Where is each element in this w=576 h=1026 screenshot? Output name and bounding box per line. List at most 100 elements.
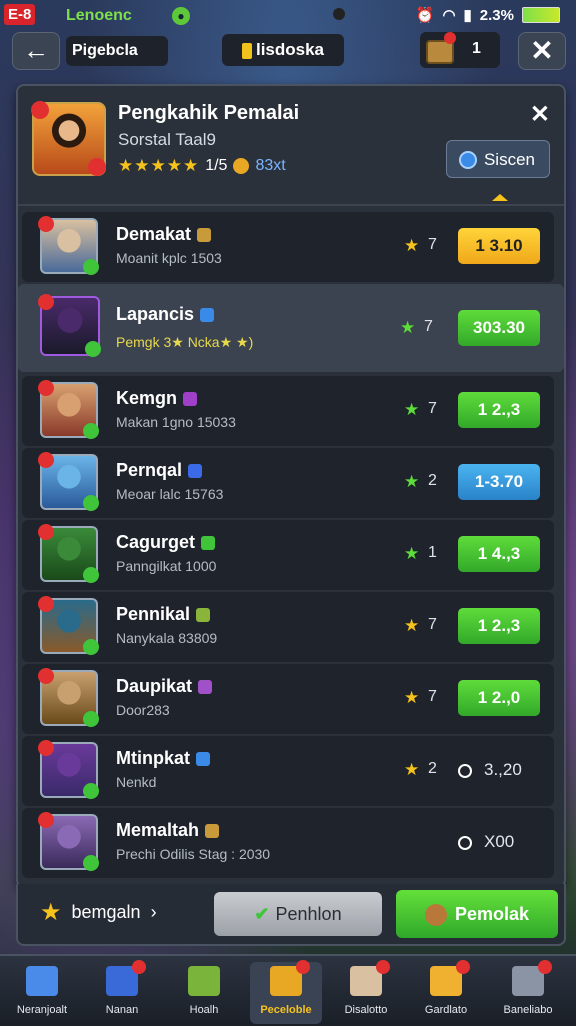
check-badge-icon (83, 783, 99, 799)
price-label: 1 2.,0 (477, 688, 521, 707)
status-bar: E-8 Lenoenc ● ⏰ ◠ ▮ 2.3% (0, 0, 576, 32)
nav-item[interactable]: Baneliabo (492, 960, 564, 1024)
nav-item[interactable]: Hoalh (168, 962, 240, 1024)
panel-close-button[interactable]: ✕ (530, 100, 550, 129)
list-item[interactable]: Pernqal Meoar lalc 15763 ★ 2 1-3.70 (22, 448, 554, 518)
star-icon: ★ (404, 472, 420, 491)
search-icon (459, 151, 477, 169)
secondary-button[interactable]: ✔ Penhlon (214, 892, 382, 936)
list-item[interactable]: Kemgn Makan 1gno 15033 ★ 7 1 2.,3 (22, 376, 554, 446)
item-count: 7 (424, 318, 433, 335)
badge-icon (88, 158, 106, 176)
price-label: X00 (484, 832, 515, 851)
chest-icon (350, 960, 390, 996)
item-subtitle: Moanit kplc 1503 (116, 250, 222, 266)
primary-button[interactable]: Pemolak (396, 890, 558, 938)
nav-item[interactable]: Neranjoalt (6, 962, 78, 1024)
circle-icon (458, 763, 472, 778)
price-button[interactable]: 303.30 (458, 310, 540, 346)
item-tag-icon (188, 464, 203, 479)
search-button[interactable]: Siscen (446, 140, 550, 178)
filter-link[interactable]: ★ bemgaln › (40, 898, 157, 927)
price-button[interactable]: 1 2.,3 (458, 392, 540, 428)
price-label: 1 3.10 (475, 236, 523, 255)
list-item[interactable]: Memaltah Prechi Odilis Stag : 2030 X00 (22, 808, 554, 878)
filter-label: bemgaln (71, 902, 141, 922)
star-icon: ★ (404, 616, 420, 635)
refresh-icon (512, 960, 552, 996)
price-label: 3.,20 (484, 760, 522, 779)
nav-item[interactable]: Gardlato (410, 960, 482, 1024)
item-count: 2 (428, 472, 437, 489)
avatar (38, 596, 99, 655)
item-name: Cagurget (116, 532, 216, 553)
avatar (38, 740, 99, 799)
price-button[interactable]: 1 4.,3 (458, 536, 540, 572)
item-subtitle: Nanykala 83809 (116, 630, 218, 646)
avatar (38, 216, 99, 275)
secondary-button-label: Penhlon (275, 904, 342, 924)
star-icon: ★ (404, 760, 420, 779)
avatar (38, 452, 99, 511)
nav-label: Baneliabo (503, 1004, 553, 1016)
chest-button[interactable]: 1 (420, 32, 500, 68)
list-item[interactable]: Demakat Moanit kplc 1503 ★ 7 1 3.10 (22, 212, 554, 282)
nav-item[interactable]: Disalotto (330, 960, 402, 1024)
notification-dot (538, 960, 552, 974)
battery-percent: 2.3% (479, 6, 514, 24)
item-tag-icon (205, 824, 220, 839)
signal-icon: ▮ (463, 7, 472, 24)
price-button[interactable]: 1 3.10 (458, 228, 540, 264)
carrier-icon: ● (172, 7, 190, 25)
star-icon: ★ (404, 544, 420, 563)
item-subtitle: Meoar lalc 15763 (116, 486, 224, 502)
page-title: Pigebcla (66, 36, 168, 66)
avatar (38, 380, 99, 439)
list-item[interactable]: Cagurget Panngilkat 1000 ★ 1 1 4.,3 (22, 520, 554, 590)
center-label-box[interactable]: lisdoska (222, 34, 344, 66)
nav-label: Peceloble (260, 1004, 312, 1016)
nav-label: Gardlato (424, 1004, 468, 1016)
check-icon: ✔ (254, 904, 270, 924)
nav-label: Neranjoalt (16, 1004, 68, 1016)
primary-button-label: Pemolak (454, 904, 530, 924)
list-item[interactable]: Lapancis Pemgk 3★ Ncka★ ★) ★ 7 303.30 (18, 284, 564, 372)
nav-label: Disalotto (344, 1004, 388, 1016)
list-item[interactable]: Daupikat Door283 ★ 7 1 2.,0 (22, 664, 554, 734)
badge-icon (38, 294, 54, 310)
price-label: 1 4.,3 (477, 544, 521, 563)
nav-item[interactable]: Nanan (86, 960, 158, 1024)
list-item[interactable]: Pennikal Nanykala 83809 ★ 7 1 2.,3 (22, 592, 554, 662)
item-name: Pennikal (116, 604, 211, 625)
chest-count: 1 (472, 40, 481, 57)
nav-label: Hoalh (189, 1004, 219, 1016)
item-subtitle: Panngilkat 1000 (116, 558, 217, 574)
rating-stars: ★★★★★ (118, 156, 200, 175)
item-tag-icon (197, 228, 212, 243)
star-icon: ★ (40, 899, 62, 926)
rating-text: 1/5 (205, 157, 228, 174)
rating: ★★★★★ 1/5 83xt (118, 156, 286, 176)
item-count: 7 (428, 688, 437, 705)
item-count: 7 (428, 400, 437, 417)
nav-item[interactable]: Peceloble (250, 960, 322, 1024)
price-button[interactable]: 1 2.,0 (458, 680, 540, 716)
panel-title: Pengkahik Pemalai (118, 102, 300, 124)
chevron-right-icon: › (150, 902, 157, 922)
item-name: Pernqal (116, 460, 203, 481)
check-badge-icon (83, 567, 99, 583)
close-button[interactable]: ✕ (518, 32, 566, 70)
circle-icon (458, 835, 472, 850)
list-item[interactable]: Mtinpkat Nenkd ★ 2 3.,20 (22, 736, 554, 806)
check-badge-icon (85, 341, 101, 357)
close-icon: ✕ (530, 35, 554, 66)
price-button[interactable]: 1 2.,3 (458, 608, 540, 644)
back-button[interactable]: ← (12, 32, 60, 70)
avatar (38, 524, 99, 583)
price-button[interactable]: 1-3.70 (458, 464, 540, 500)
item-price: 3.,20 (458, 752, 540, 788)
carrier-label: Lenoenc (66, 7, 132, 24)
avatar (38, 294, 101, 357)
notification-dot (132, 960, 146, 974)
badge-icon (38, 452, 54, 468)
